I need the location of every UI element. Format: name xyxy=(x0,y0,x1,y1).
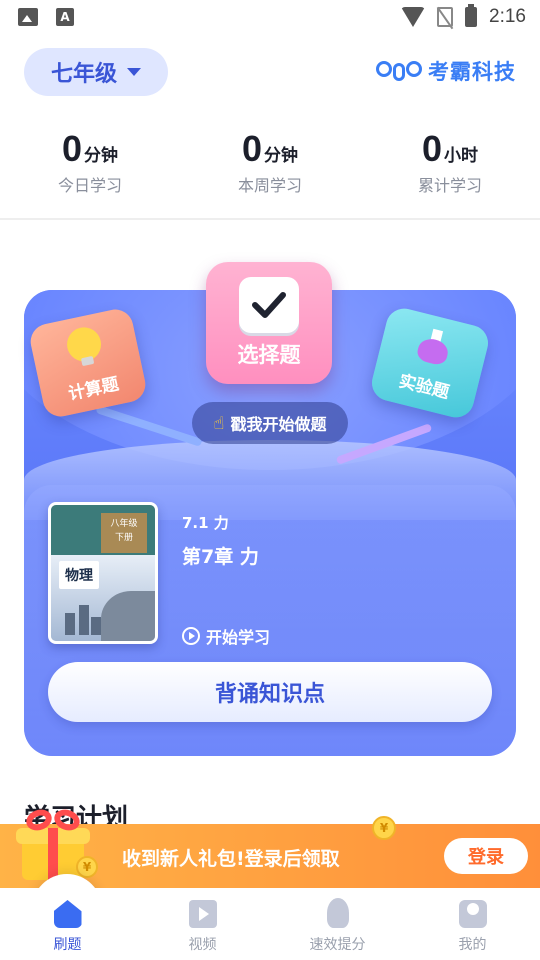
koala-logo-icon xyxy=(376,57,422,85)
lesson-chapter: 第7章 力 xyxy=(182,546,259,568)
stat-label: 今日学习 xyxy=(57,176,122,195)
brand-logo: 考霸科技 xyxy=(376,56,516,86)
start-study-link[interactable]: 开始学习 xyxy=(182,624,270,648)
tab-practice[interactable]: 刷题 xyxy=(0,888,135,960)
tab-label: 速效提分 xyxy=(309,937,366,953)
image-notification-icon xyxy=(18,8,38,26)
tile-label: 计算题 xyxy=(66,373,121,405)
start-study-label: 开始学习 xyxy=(206,628,271,647)
status-bar: A 2:16 xyxy=(0,0,540,36)
flask-icon xyxy=(415,326,453,367)
stat-value: 0 xyxy=(241,128,263,169)
stat-label: 累计学习 xyxy=(417,176,482,195)
tab-label: 刷题 xyxy=(53,937,82,953)
stat-unit: 小时 xyxy=(444,146,479,166)
brand-name: 考霸科技 xyxy=(428,60,516,84)
memorize-knowledge-button[interactable]: 背诵知识点 xyxy=(48,662,492,722)
choice-practice-button[interactable]: 选择题 xyxy=(206,262,332,384)
stat-unit: 分钟 xyxy=(84,146,119,166)
login-button[interactable]: 登录 xyxy=(444,838,528,874)
video-icon xyxy=(188,900,217,928)
lightbulb-icon xyxy=(63,323,105,365)
no-sim-icon xyxy=(437,7,454,27)
tab-label: 视频 xyxy=(188,937,217,953)
tab-quick-boost[interactable]: 速效提分 xyxy=(270,888,405,960)
divider xyxy=(0,218,540,220)
tile-label: 选择题 xyxy=(237,343,301,367)
user-icon xyxy=(458,900,487,928)
book-grade-tag: 八年级 下册 xyxy=(101,513,147,553)
stat-value: 0 xyxy=(61,128,83,169)
grade-selector[interactable]: 七年级 xyxy=(24,48,168,96)
grade-label: 七年级 xyxy=(50,62,117,87)
stat-label: 本周学习 xyxy=(237,176,302,195)
stat-week: 0 分钟 本周学习 xyxy=(180,128,360,204)
tab-label: 我的 xyxy=(458,937,487,953)
book-volume: 下册 xyxy=(114,533,133,543)
start-practice-label: 戳我开始做题 xyxy=(230,415,327,434)
play-icon xyxy=(182,627,200,645)
battery-icon xyxy=(465,4,478,27)
tile-label: 实验题 xyxy=(396,370,452,403)
coin-icon: ¥ xyxy=(372,816,396,840)
book-subject: 物理 xyxy=(59,561,99,589)
rocket-icon xyxy=(326,898,349,928)
pointing-hand-icon: ☝ xyxy=(213,412,225,434)
stat-today: 0 分钟 今日学习 xyxy=(0,128,180,204)
stat-unit: 分钟 xyxy=(264,146,299,166)
lesson-section: 7.1 力 xyxy=(182,514,229,532)
study-stats: 0 分钟 今日学习 0 分钟 本周学习 0 小时 累计学习 xyxy=(0,128,540,204)
stat-value: 0 xyxy=(421,128,443,169)
caret-down-icon xyxy=(127,68,141,76)
textbook-cover[interactable]: 八年级下册 物理 xyxy=(48,502,158,644)
status-time: 2:16 xyxy=(489,6,526,27)
start-practice-button[interactable]: ☝ 戳我开始做题 xyxy=(192,402,348,444)
tab-video[interactable]: 视频 xyxy=(135,888,270,960)
coin-icon: ¥ xyxy=(76,856,98,878)
gift-banner-text: 收到新人礼包!登录后领取 xyxy=(122,848,340,870)
bottom-nav: 刷题 视频 速效提分 我的 xyxy=(0,888,540,960)
tab-me[interactable]: 我的 xyxy=(405,888,540,960)
wifi-icon xyxy=(401,7,426,27)
book-grade: 八年级 xyxy=(110,519,138,529)
checkmark-icon xyxy=(239,277,299,333)
stat-total: 0 小时 累计学习 xyxy=(360,128,540,204)
home-icon xyxy=(53,900,82,928)
app-notification-icon: A xyxy=(56,8,74,26)
